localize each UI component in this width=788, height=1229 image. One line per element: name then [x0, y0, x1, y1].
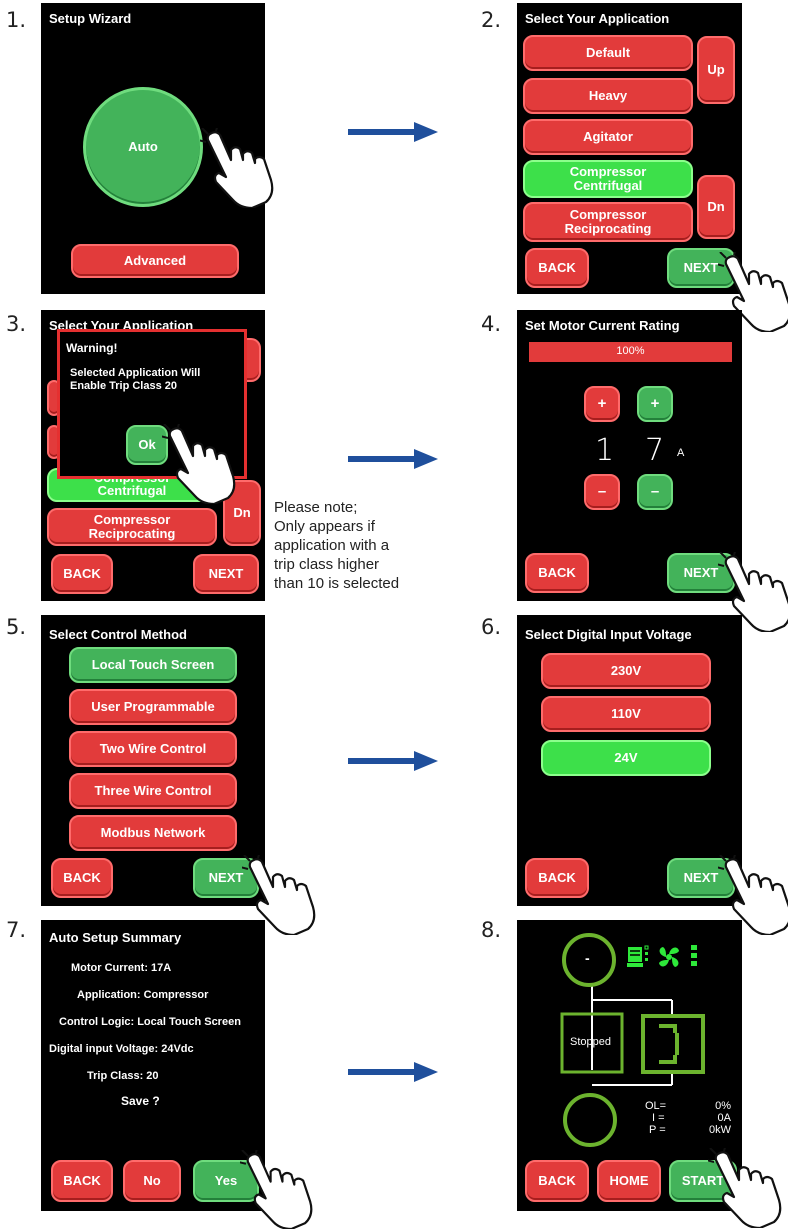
p-label: P =	[649, 1124, 666, 1136]
progress-bar: 100%	[529, 342, 732, 362]
step-number-2: 2.	[481, 8, 502, 32]
select-control-method-screen: Select Control Method Local Touch Screen…	[41, 615, 265, 906]
step-number-3: 3.	[6, 312, 27, 336]
increment-units-button[interactable]: +	[637, 386, 673, 422]
app-heavy-button[interactable]: Heavy	[523, 78, 693, 114]
fan-icon	[659, 947, 679, 967]
summary-digital-input-voltage: Digital input Voltage: 24Vdc	[49, 1043, 194, 1055]
back-button[interactable]: BACK	[525, 858, 589, 898]
voltage-24v-button[interactable]: 24V	[541, 740, 711, 776]
back-button[interactable]: BACK	[525, 553, 589, 593]
select-application-screen: Select Your Application Default Heavy Ag…	[517, 3, 742, 294]
i-value: 0A	[717, 1112, 731, 1124]
step-number-4: 4.	[481, 312, 502, 336]
no-button[interactable]: No	[123, 1160, 181, 1202]
screen-title: Set Motor Current Rating	[525, 318, 680, 333]
app-compressor-centrifugal-button[interactable]: Compressor Centrifugal	[523, 160, 693, 198]
up-button[interactable]: Up	[697, 36, 735, 104]
ok-button[interactable]: Ok	[126, 425, 168, 465]
method-modbus-button[interactable]: Modbus Network	[69, 815, 237, 851]
note-line: Please note;	[274, 499, 358, 516]
save-prompt: Save ?	[121, 1094, 160, 1108]
next-button[interactable]: NEXT	[667, 248, 735, 288]
screen-title: Select Digital Input Voltage	[525, 627, 692, 642]
back-button[interactable]: BACK	[51, 858, 113, 898]
note-line: Only appears if	[274, 518, 375, 535]
start-button[interactable]: START	[669, 1160, 737, 1202]
warning-dialog: Warning! Selected Application Will Enabl…	[57, 329, 247, 479]
advanced-button[interactable]: Advanced	[71, 244, 239, 278]
next-button[interactable]: NEXT	[667, 553, 735, 593]
status-label: Stopped	[570, 1036, 611, 1048]
method-local-touch-screen-button[interactable]: Local Touch Screen	[69, 647, 237, 683]
note-line: trip class higher	[274, 556, 380, 573]
step-number-6: 6.	[481, 615, 502, 639]
motor-circle-bottom	[563, 1093, 617, 1147]
summary-motor-current: Motor Current: 17A	[71, 962, 172, 974]
ol-value: 0%	[715, 1100, 731, 1112]
motor-readouts: OL= 0% I = 0A P = 0kW	[645, 1100, 731, 1136]
progress-label: 100%	[616, 345, 645, 357]
back-button[interactable]: BACK	[51, 1160, 113, 1202]
setup-wizard-screen: Setup Wizard Auto Advanced	[41, 3, 265, 294]
motor-state-dash: -	[585, 950, 590, 966]
voltage-110v-button[interactable]: 110V	[541, 696, 711, 732]
step-number-1: 1.	[6, 8, 27, 32]
step-number-8: 8.	[481, 918, 502, 942]
note-line: than 10 is selected	[274, 575, 400, 592]
step-number-7: 7.	[6, 918, 27, 942]
p-value: 0kW	[709, 1124, 731, 1136]
app-compressor-reciprocating-button[interactable]: Compressor Reciprocating	[47, 508, 217, 546]
screen-title: Setup Wizard	[49, 11, 132, 26]
summary-trip-class: Trip Class: 20	[87, 1070, 159, 1082]
voltage-230v-button[interactable]: 230V	[541, 653, 711, 689]
ol-label: OL=	[645, 1100, 667, 1112]
note-text: Please note; Only appears if application…	[274, 498, 399, 593]
decrement-units-button[interactable]: –	[637, 474, 673, 510]
select-application-warning-screen: Select Your Application Compressor Centr…	[41, 310, 265, 601]
method-three-wire-button[interactable]: Three Wire Control	[69, 773, 237, 809]
arrow-right-icon	[348, 751, 438, 771]
auto-button[interactable]: Auto	[83, 87, 203, 207]
dn-button[interactable]: Dn	[697, 175, 735, 239]
note-line: application with a	[274, 537, 390, 554]
unit-label: A	[677, 447, 685, 459]
next-button[interactable]: NEXT	[193, 858, 259, 898]
next-button[interactable]: NEXT	[667, 858, 735, 898]
arrow-right-icon	[348, 449, 438, 469]
i-label: I =	[652, 1112, 665, 1124]
screen-title: Select Control Method	[49, 627, 187, 642]
motor-status-screen: - Stopped OL= 0% I = 0A P = 0kW BACK HOME S…	[517, 920, 742, 1211]
method-two-wire-button[interactable]: Two Wire Control	[69, 731, 237, 767]
step-number-5: 5.	[6, 615, 27, 639]
warning-title: Warning!	[66, 341, 118, 355]
app-agitator-button[interactable]: Agitator	[523, 119, 693, 155]
set-motor-current-screen: Set Motor Current Rating 100% + + 1 7 A …	[517, 310, 742, 601]
yes-button[interactable]: Yes	[193, 1160, 259, 1202]
summary-control-logic: Control Logic: Local Touch Screen	[59, 1016, 241, 1028]
app-compressor-reciprocating-button[interactable]: Compressor Reciprocating	[523, 202, 693, 242]
warning-message: Selected Application Will Enable Trip Cl…	[70, 367, 201, 392]
summary-application: Application: Compressor	[77, 989, 209, 1001]
screen-title: Auto Setup Summary	[49, 930, 182, 945]
back-button[interactable]: BACK	[51, 554, 113, 594]
dn-button[interactable]: Dn	[223, 480, 261, 546]
method-user-programmable-button[interactable]: User Programmable	[69, 689, 237, 725]
app-default-button[interactable]: Default	[523, 35, 693, 71]
monitor-icon	[627, 945, 649, 967]
back-button[interactable]: BACK	[525, 1160, 589, 1202]
auto-setup-summary-screen: Auto Setup Summary Motor Current: 17A Ap…	[41, 920, 265, 1211]
arrow-right-icon	[348, 1062, 438, 1082]
screen-title: Select Your Application	[525, 11, 670, 26]
increment-tens-button[interactable]: +	[584, 386, 620, 422]
select-digital-input-voltage-screen: Select Digital Input Voltage 230V 110V 2…	[517, 615, 742, 906]
decrement-tens-button[interactable]: –	[584, 474, 620, 510]
status-indicator-icon	[691, 945, 697, 966]
back-button[interactable]: BACK	[525, 248, 589, 288]
arrow-right-icon	[348, 122, 438, 142]
next-button[interactable]: NEXT	[193, 554, 259, 594]
digit-tens: 1	[595, 433, 615, 468]
home-button[interactable]: HOME	[597, 1160, 661, 1202]
digit-units: 7	[645, 433, 665, 468]
